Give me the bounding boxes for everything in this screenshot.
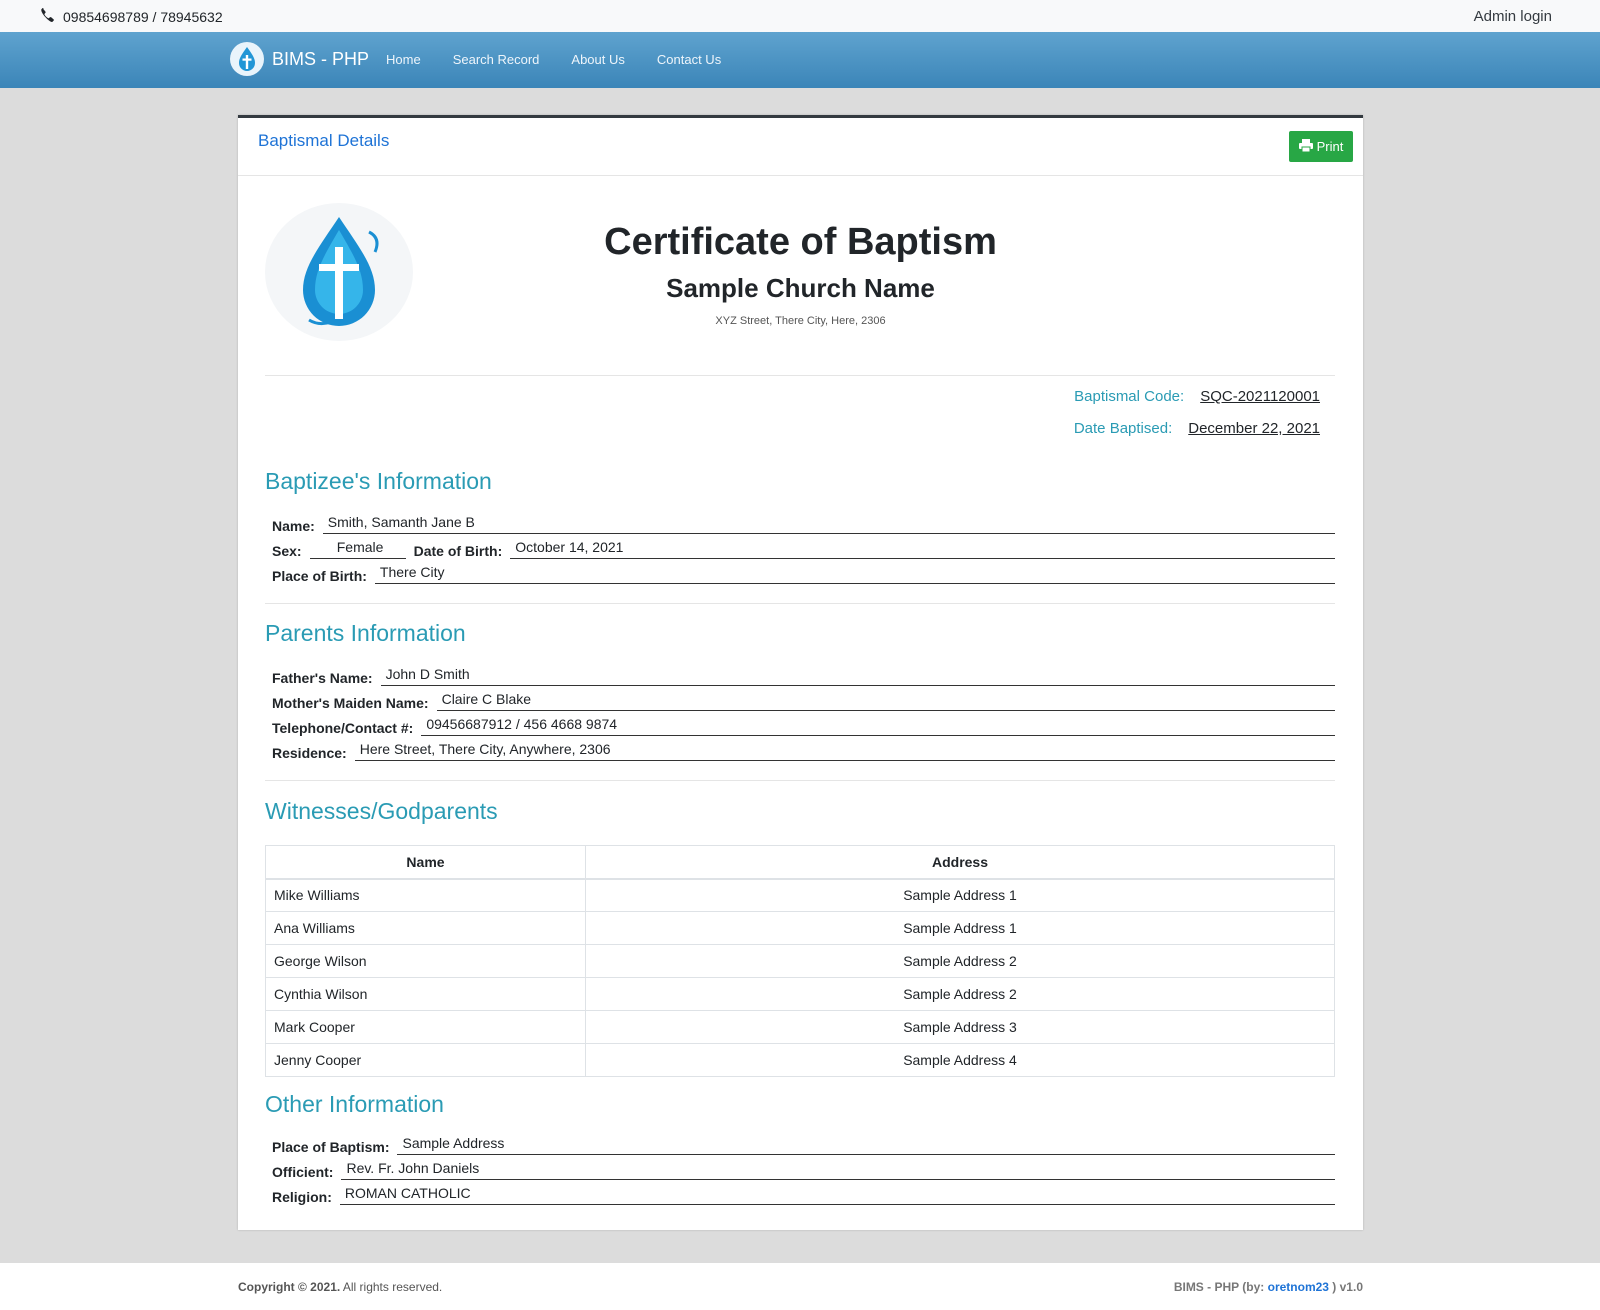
main-navbar: BIMS - PHP Home Search Record About Us C… — [0, 32, 1600, 88]
witness-address: Sample Address 3 — [585, 1010, 1335, 1044]
baptismal-code-value: SQC-2021120001 — [1200, 388, 1320, 405]
date-baptised-value: December 22, 2021 — [1188, 420, 1320, 437]
church-name: Sample Church Name — [666, 273, 935, 303]
contact-field: Telephone/Contact #: 09456687912 / 456 4… — [272, 714, 1335, 736]
copyright-year: Copyright © 2021. — [238, 1280, 341, 1294]
name-value: Smith, Samanth Jane B — [322, 512, 1335, 534]
witness-name: Ana Williams — [265, 911, 586, 945]
nav-contact-us[interactable]: Contact Us — [657, 52, 721, 67]
printer-icon — [1298, 138, 1313, 155]
pob-field: Place of Birth: There City — [272, 562, 1335, 584]
residence-field: Residence: Here Street, There City, Anyw… — [272, 739, 1335, 761]
baptismal-code-label: Baptismal Code: — [1074, 388, 1185, 405]
baptismal-details-card: Baptismal Details Print Certificate of B… — [238, 115, 1363, 1230]
column-header-address: Address — [585, 845, 1335, 879]
phone-numbers: 09854698789 / 78945632 — [63, 9, 223, 25]
dob-value: October 14, 2021 — [510, 537, 1335, 559]
parents-divider — [265, 780, 1335, 781]
brand-name: BIMS - PHP — [272, 48, 370, 69]
column-header-name: Name — [265, 845, 586, 879]
name-field: Name: Smith, Samanth Jane B — [272, 512, 1335, 534]
contact-value: 09456687912 / 456 4668 9874 — [421, 714, 1335, 736]
nav-about-us[interactable]: About Us — [571, 52, 624, 67]
table-header-row: Name Address — [265, 845, 1335, 879]
witnesses-heading: Witnesses/Godparents — [265, 798, 498, 824]
dob-label: Date of Birth: — [413, 543, 503, 559]
admin-login-link[interactable]: Admin login — [1474, 8, 1552, 25]
baptizee-heading: Baptizee's Information — [265, 468, 492, 494]
witness-address: Sample Address 2 — [585, 977, 1335, 1011]
top-bar: 09854698789 / 78945632 Admin login — [0, 0, 1600, 32]
father-value: John D Smith — [380, 664, 1335, 686]
residence-label: Residence: — [272, 745, 347, 761]
card-header: Baptismal Details Print — [238, 118, 1363, 176]
certificate-title: Certificate of Baptism — [604, 221, 997, 263]
copyright: Copyright © 2021. All rights reserved. — [238, 1280, 442, 1294]
officient-value: Rev. Fr. John Daniels — [341, 1158, 1335, 1180]
witness-name: Mike Williams — [265, 878, 586, 912]
witness-name: George Wilson — [265, 944, 586, 978]
place-field: Place of Baptism: Sample Address — [272, 1133, 1335, 1155]
contact-label: Telephone/Contact #: — [272, 720, 414, 736]
table-row: Jenny Cooper Sample Address 4 — [265, 1043, 1335, 1077]
father-field: Father's Name: John D Smith — [272, 664, 1335, 686]
mother-label: Mother's Maiden Name: — [272, 695, 429, 711]
table-row: Cynthia Wilson Sample Address 2 — [265, 977, 1335, 1011]
app-credit: BIMS - PHP (by: oretnom23 ) v1.0 — [1174, 1280, 1363, 1294]
table-row: Mark Cooper Sample Address 3 — [265, 1010, 1335, 1044]
nav-links: Home Search Record About Us Contact Us — [386, 52, 721, 67]
religion-label: Religion: — [272, 1189, 332, 1205]
officient-label: Officient: — [272, 1164, 334, 1180]
sex-label: Sex: — [272, 543, 302, 559]
officient-field: Officient: Rev. Fr. John Daniels — [272, 1158, 1335, 1180]
copyright-rights: All rights reserved. — [340, 1280, 443, 1294]
table-row: Mike Williams Sample Address 1 — [265, 878, 1335, 912]
app-version: ) v1.0 — [1328, 1280, 1363, 1294]
witness-address: Sample Address 4 — [585, 1043, 1335, 1077]
place-value: Sample Address — [397, 1133, 1335, 1155]
author-link[interactable]: oretnom23 — [1268, 1280, 1329, 1294]
witness-name: Mark Cooper — [265, 1010, 586, 1044]
brand-link[interactable]: BIMS - PHP — [230, 42, 369, 76]
header-divider — [265, 375, 1335, 376]
religion-value: ROMAN CATHOLIC — [339, 1183, 1335, 1205]
parents-heading: Parents Information — [265, 620, 466, 646]
nav-home[interactable]: Home — [386, 52, 421, 67]
religion-field: Religion: ROMAN CATHOLIC — [272, 1183, 1335, 1205]
witness-address: Sample Address 1 — [585, 878, 1335, 912]
mother-field: Mother's Maiden Name: Claire C Blake — [272, 689, 1335, 711]
other-heading: Other Information — [265, 1091, 444, 1117]
witness-address: Sample Address 1 — [585, 911, 1335, 945]
date-baptised-label: Date Baptised: — [1073, 420, 1173, 437]
witness-address: Sample Address 2 — [585, 944, 1335, 978]
page-footer: Copyright © 2021. All rights reserved. B… — [0, 1263, 1600, 1310]
mother-value: Claire C Blake — [436, 689, 1335, 711]
baptizee-divider — [265, 603, 1335, 604]
witnesses-table: Name Address Mike Williams Sample Addres… — [265, 845, 1335, 1077]
residence-value: Here Street, There City, Anywhere, 2306 — [354, 739, 1335, 761]
sex-dob-field: Sex: Female Date of Birth: October 14, 2… — [272, 537, 1335, 559]
app-name: BIMS - PHP (by: — [1173, 1280, 1268, 1294]
card-title: Baptismal Details — [258, 131, 390, 150]
witness-name: Jenny Cooper — [265, 1043, 586, 1077]
date-baptised-row: Date Baptised: December 22, 2021 — [1074, 420, 1320, 437]
church-address: XYZ Street, There City, Here, 2306 — [715, 315, 886, 327]
name-label: Name: — [272, 518, 315, 534]
pob-label: Place of Birth: — [272, 568, 367, 584]
witness-name: Cynthia Wilson — [265, 977, 586, 1011]
nav-search-record[interactable]: Search Record — [453, 52, 540, 67]
place-label: Place of Baptism: — [272, 1139, 390, 1155]
pob-value: There City — [374, 562, 1335, 584]
table-row: Ana Williams Sample Address 1 — [265, 911, 1335, 945]
print-button[interactable]: Print — [1289, 131, 1353, 162]
table-row: George Wilson Sample Address 2 — [265, 944, 1335, 978]
sex-value: Female — [309, 537, 406, 559]
phone-icon — [40, 7, 55, 26]
brand-logo-icon — [230, 42, 264, 76]
baptismal-code-row: Baptismal Code: SQC-2021120001 — [1074, 388, 1320, 405]
print-label: Print — [1316, 139, 1344, 154]
father-label: Father's Name: — [272, 670, 373, 686]
contact-phones: 09854698789 / 78945632 — [40, 7, 223, 26]
